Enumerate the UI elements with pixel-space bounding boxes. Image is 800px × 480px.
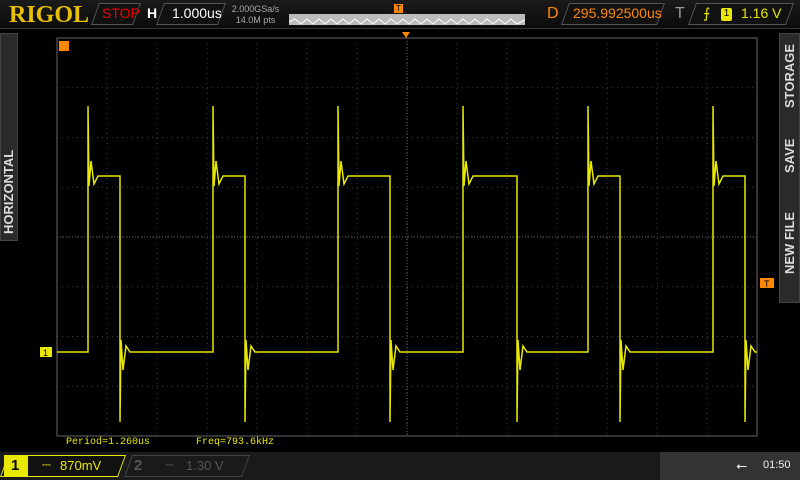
trigger-label: T: [675, 5, 685, 22]
clock: 01:50: [763, 459, 791, 471]
sample-rate: 2.000GSa/s: [231, 4, 280, 14]
trigger-position-marker: T: [394, 4, 403, 13]
waveform-display[interactable]: 1T: [0, 30, 800, 450]
bottom-bar: 1 ⎓ 870mV 2 ⎓ 1.30 V ⭠ 01:50: [0, 452, 800, 480]
delay-value[interactable]: 295.992500us: [573, 5, 662, 21]
trigger-position-arrow: [402, 32, 410, 38]
memory-overview[interactable]: [288, 14, 526, 25]
freq-measurement: Freq=793.6kHz: [196, 437, 275, 448]
timebase[interactable]: 1.000us: [172, 5, 222, 21]
ch1-marker-label: 1: [43, 348, 48, 358]
period-measurement: Period=1.260us: [66, 437, 151, 448]
delay-label: D: [547, 5, 559, 22]
top-bar: RIGOL STOP H 1.000us 2.000GSa/s 14.0M pt…: [0, 0, 800, 29]
ch2-number[interactable]: 2: [134, 457, 142, 474]
trigger-source: 1: [721, 8, 732, 21]
rigol-logo: RIGOL: [9, 2, 90, 28]
memory-depth: 14.0M pts: [235, 15, 276, 25]
trigger-level-marker-label: T: [764, 279, 770, 289]
ch1-scale[interactable]: 870mV: [60, 458, 101, 473]
h-label: H: [147, 5, 158, 21]
ch1-number[interactable]: 1: [4, 455, 28, 477]
ch2-scale[interactable]: 1.30 V: [186, 458, 224, 473]
trigger-time-marker: [59, 41, 69, 51]
ch2-coupling-icon: ⎓: [165, 459, 174, 471]
ch1-coupling-icon: ⎓: [42, 459, 51, 471]
usb-icon: ⭠: [736, 457, 748, 473]
trigger-level[interactable]: 1.16 V: [741, 5, 781, 21]
rising-edge-icon: ⨍: [703, 5, 711, 21]
run-status[interactable]: STOP: [102, 5, 140, 21]
